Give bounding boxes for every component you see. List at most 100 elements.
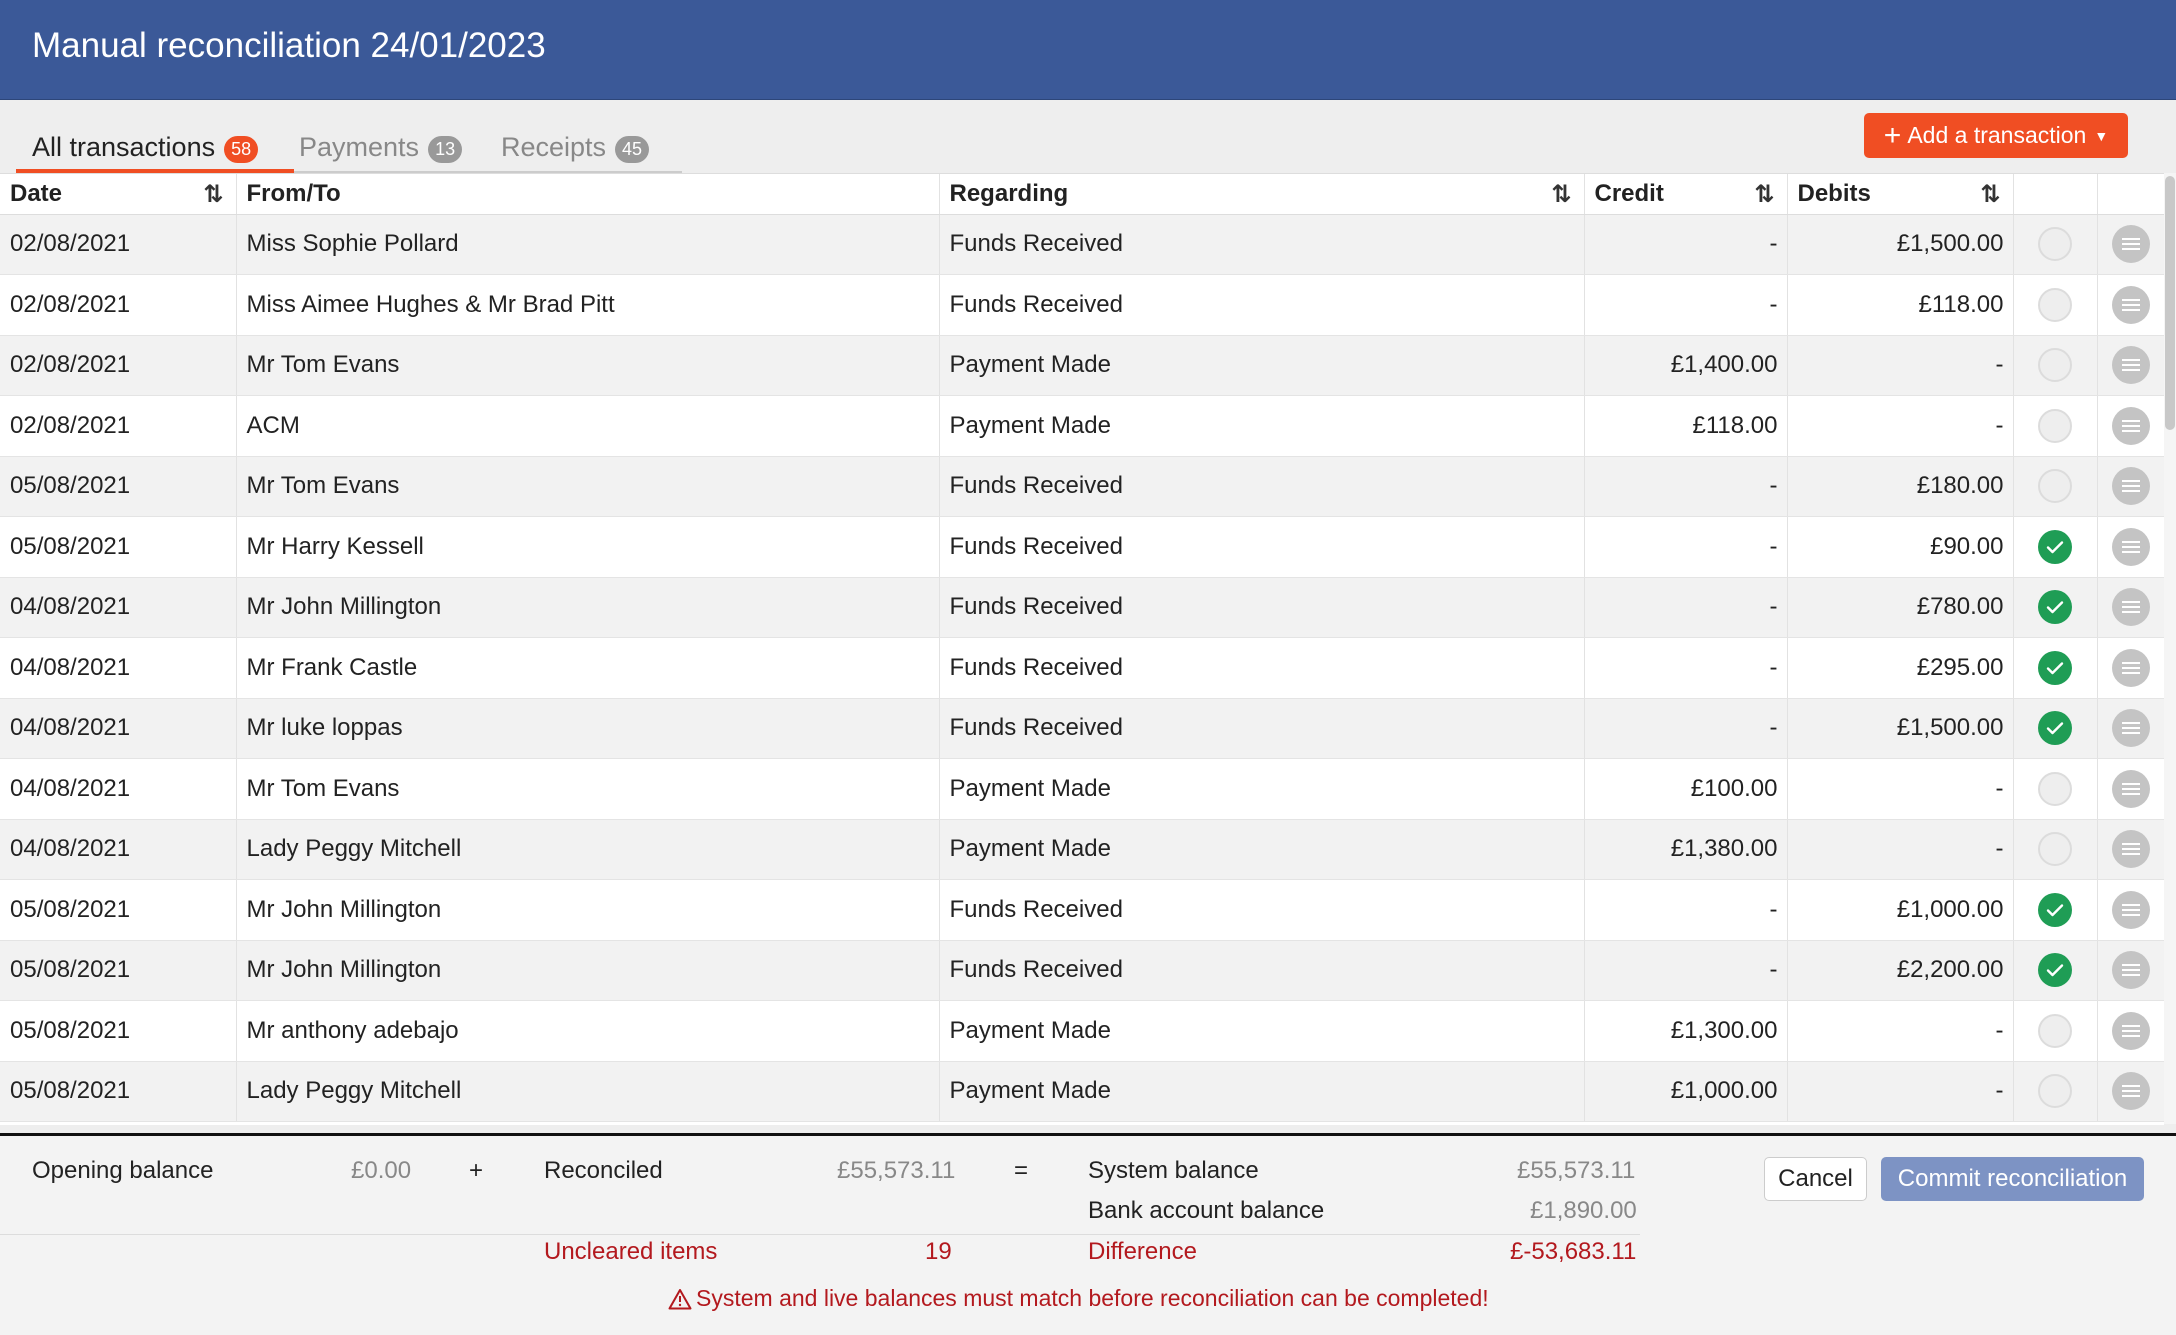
row-menu-icon[interactable] (2111, 951, 2150, 990)
row-menu-icon[interactable] (2111, 588, 2150, 627)
tab-payments[interactable]: Payments 13 (299, 132, 463, 172)
table-row[interactable]: 05/08/2021 Lady Peggy Mitchell Payment Mad… (0, 1061, 2164, 1122)
date-cell: 05/08/2021 (0, 879, 237, 941)
debit-cell: - (1787, 758, 2014, 820)
table-row[interactable]: 05/08/2021 Mr Tom Evans Funds Received - £18… (0, 456, 2164, 517)
unreconciled-circle-icon[interactable] (2038, 227, 2072, 262)
table-row[interactable]: 02/08/2021 Mr Tom Evans Payment Made £1,400… (0, 335, 2164, 396)
status-cell (2013, 335, 2098, 396)
scrollbar-thumb[interactable] (2165, 176, 2175, 430)
table-row[interactable]: 02/08/2021 ACM Payment Made £118.00- (0, 395, 2164, 457)
table-row[interactable]: 04/08/2021 Mr Tom Evans Payment Made £100.0… (0, 758, 2164, 820)
actions-cell (2097, 395, 2164, 457)
row-menu-icon[interactable] (2111, 285, 2150, 324)
row-menu-icon[interactable] (2111, 890, 2150, 929)
unreconciled-circle-icon[interactable] (2038, 832, 2072, 867)
sort-icon[interactable]: ⇅ (1980, 180, 2000, 209)
unreconciled-circle-icon[interactable] (2038, 771, 2072, 806)
unreconciled-circle-icon[interactable] (2038, 469, 2072, 504)
reconciled-check-icon[interactable] (2038, 953, 2072, 988)
reconciled-check-icon[interactable] (2038, 892, 2072, 927)
debit-cell: £1,500.00 (1787, 698, 2014, 759)
unreconciled-circle-icon[interactable] (2038, 1013, 2072, 1048)
row-menu-icon[interactable] (2111, 467, 2150, 506)
reconciled-check-icon[interactable] (2038, 590, 2072, 625)
column-header-regarding[interactable]: Regarding ⇅ (939, 174, 1585, 215)
date-cell: 04/08/2021 (0, 637, 237, 699)
table-row[interactable]: 04/08/2021 Lady Peggy Mitchell Payment Mad… (0, 819, 2164, 880)
date-cell: 02/08/2021 (0, 214, 237, 275)
plus-sign: + (469, 1157, 484, 1184)
date-cell: 05/08/2021 (0, 1061, 237, 1122)
status-cell (2013, 214, 2098, 275)
row-menu-icon[interactable] (2111, 225, 2150, 264)
unreconciled-circle-icon[interactable] (2038, 408, 2072, 443)
date-cell: 02/08/2021 (0, 274, 237, 336)
table-row[interactable]: 05/08/2021 Mr John Millington Funds Receiv… (0, 879, 2164, 941)
from-to-cell: Mr Tom Evans (236, 456, 940, 517)
status-cell (2013, 758, 2098, 820)
unreconciled-circle-icon[interactable] (2038, 348, 2072, 383)
system-balance-value: £55,573.11 (1517, 1157, 1636, 1184)
commit-reconciliation-button[interactable]: Commit reconciliation (1881, 1157, 2144, 1201)
debit-cell: £1,000.00 (1787, 879, 2014, 941)
credit-cell: - (1584, 637, 1788, 699)
from-to-cell: Mr luke loppas (236, 698, 940, 759)
table-row[interactable]: 05/08/2021 Mr anthony adebajo Payment Made… (0, 1000, 2164, 1062)
row-menu-icon[interactable] (2111, 527, 2150, 566)
row-menu-icon[interactable] (2111, 406, 2150, 445)
unreconciled-circle-icon[interactable] (2038, 287, 2072, 322)
regarding-cell: Funds Received (939, 637, 1585, 699)
actions-cell (2097, 758, 2164, 820)
date-cell: 05/08/2021 (0, 516, 237, 578)
debit-cell: £118.00 (1787, 274, 2014, 336)
reconciled-check-icon[interactable] (2038, 711, 2072, 746)
row-menu-icon[interactable] (2111, 709, 2150, 748)
table-row[interactable]: 05/08/2021 Mr Harry Kessell Funds Received… (0, 516, 2164, 578)
table-row[interactable]: 02/08/2021 Miss Sophie Pollard Funds Recei… (0, 214, 2164, 275)
row-menu-icon[interactable] (2111, 769, 2150, 808)
column-header-debits[interactable]: Debits ⇅ (1787, 174, 2014, 215)
table-row[interactable]: 04/08/2021 Mr luke loppas Funds Received - £… (0, 698, 2164, 759)
actions-cell (2097, 1000, 2164, 1062)
reconciled-check-icon[interactable] (2038, 529, 2072, 564)
debit-cell: £180.00 (1787, 456, 2014, 517)
row-menu-icon[interactable] (2111, 1011, 2150, 1050)
from-to-cell: Mr Tom Evans (236, 335, 940, 396)
from-to-cell: Mr anthony adebajo (236, 1000, 940, 1062)
bank-balance-value: £1,890.00 (1530, 1197, 1637, 1224)
column-header-date[interactable]: Date ⇅ (0, 174, 237, 215)
column-header-credit[interactable]: Credit ⇅ (1584, 174, 1788, 215)
actions-cell (2097, 274, 2164, 336)
sort-icon[interactable]: ⇅ (1551, 180, 1571, 209)
row-menu-icon[interactable] (2111, 830, 2150, 869)
equals-sign: = (1014, 1157, 1029, 1184)
add-transaction-button[interactable]: + Add a transaction ▼ (1864, 113, 2128, 158)
row-menu-icon[interactable] (2111, 1072, 2150, 1111)
table-row[interactable]: 05/08/2021 Mr John Millington Funds Receiv… (0, 940, 2164, 1001)
cancel-button[interactable]: Cancel (1764, 1157, 1867, 1201)
status-cell (2013, 698, 2098, 759)
tab-label: Receipts (501, 132, 607, 162)
regarding-cell: Payment Made (939, 819, 1585, 880)
sort-icon[interactable]: ⇅ (203, 180, 223, 209)
unreconciled-circle-icon[interactable] (2038, 1074, 2072, 1109)
warning-icon (668, 1288, 692, 1309)
table-row[interactable]: 02/08/2021 Miss Aimee Hughes & Mr Brad Pi… (0, 274, 2164, 336)
row-menu-icon[interactable] (2111, 648, 2150, 687)
debit-cell: £295.00 (1787, 637, 2014, 699)
tab-label: Payments (299, 132, 420, 162)
table-row[interactable]: 04/08/2021 Mr Frank Castle Funds Received -… (0, 637, 2164, 699)
actions-cell (2097, 335, 2164, 396)
sort-icon[interactable]: ⇅ (1754, 180, 1774, 209)
table-row[interactable]: 04/08/2021 Mr John Millington Funds Receiv… (0, 577, 2164, 638)
debit-cell: - (1787, 819, 2014, 880)
debit-cell: - (1787, 1061, 2014, 1122)
reconciled-check-icon[interactable] (2038, 650, 2072, 685)
regarding-cell: Funds Received (939, 879, 1585, 941)
from-to-cell: Mr Harry Kessell (236, 516, 940, 578)
row-menu-icon[interactable] (2111, 346, 2150, 385)
tab-receipts[interactable]: Receipts 45 (501, 132, 650, 172)
from-to-cell: Mr John Millington (236, 940, 940, 1001)
tab-all-transactions[interactable]: All transactions 58 (32, 132, 259, 172)
